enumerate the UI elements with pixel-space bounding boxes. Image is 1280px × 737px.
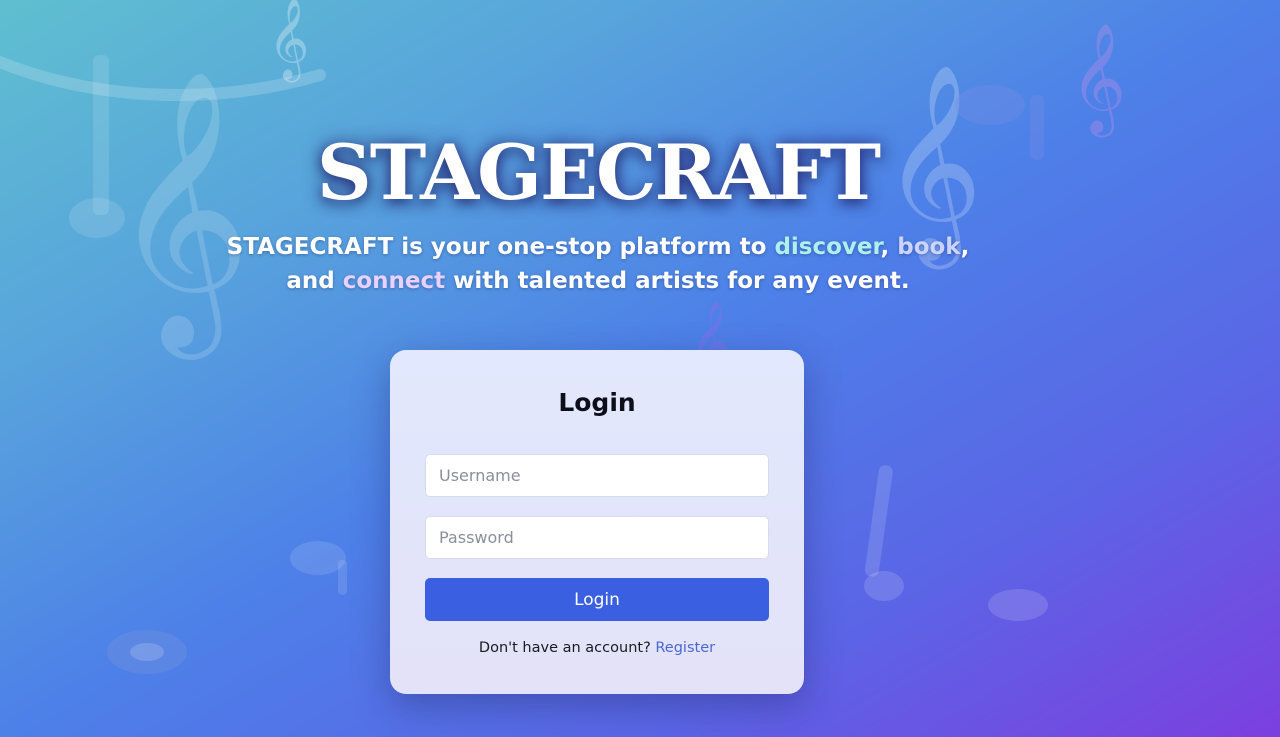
music-note-icon — [864, 465, 1048, 621]
tagline-text-4: with talented artists for any event. — [445, 268, 910, 294]
register-prompt: Don't have an account? — [478, 640, 651, 656]
staff-line-icon — [0, 56, 326, 102]
register-link[interactable]: Register — [655, 640, 715, 656]
tagline-connect: connect — [342, 268, 446, 294]
treble-clef-icon: 𝄞 — [1070, 23, 1126, 138]
login-button[interactable]: Login — [425, 578, 769, 621]
tagline: STAGECRAFT is your one-stop platform to … — [0, 230, 1196, 298]
tagline-book: book — [897, 234, 961, 260]
music-note-icon — [107, 630, 187, 674]
tagline-text-3: and — [286, 268, 343, 294]
username-input[interactable] — [425, 454, 769, 497]
register-row: Don't have an account? Register — [390, 640, 804, 656]
app-title: STAGECRAFT — [316, 128, 881, 217]
tagline-comma: , — [880, 234, 898, 260]
login-title: Login — [558, 388, 636, 417]
music-note-icon — [290, 541, 347, 595]
treble-clef-icon: 𝄞 — [268, 0, 309, 82]
tagline-discover: discover — [774, 234, 881, 260]
tagline-text-2: , — [960, 234, 970, 260]
login-card: Login Login Don't have an account? Regis… — [390, 350, 804, 694]
password-input[interactable] — [425, 516, 769, 559]
tagline-text-1: STAGECRAFT is your one-stop platform to — [226, 234, 775, 260]
